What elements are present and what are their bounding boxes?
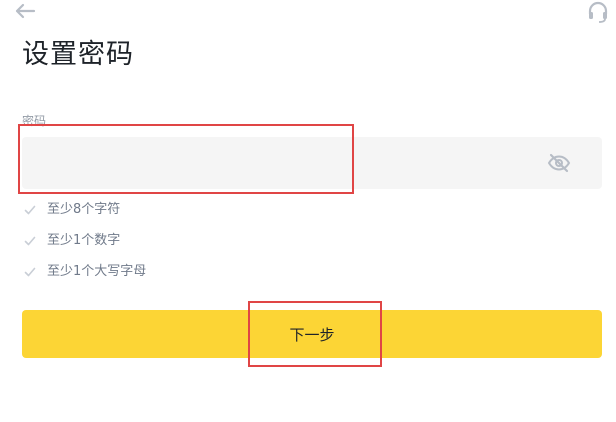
eye-slash-icon bbox=[547, 153, 571, 173]
password-input[interactable] bbox=[32, 137, 512, 189]
check-icon bbox=[24, 204, 36, 216]
password-field[interactable] bbox=[22, 137, 602, 189]
password-label: 密码 bbox=[22, 114, 47, 128]
toggle-visibility-button[interactable] bbox=[546, 151, 572, 175]
requirement-label: 至少1个数字 bbox=[47, 233, 121, 248]
arrow-left-icon bbox=[15, 3, 36, 19]
check-icon bbox=[24, 235, 36, 247]
check-icon bbox=[24, 266, 36, 278]
headset-icon bbox=[588, 1, 608, 23]
requirement-item: 至少1个数字 bbox=[24, 232, 120, 250]
requirement-label: 至少1个大写字母 bbox=[47, 264, 147, 279]
back-button[interactable] bbox=[10, 0, 40, 22]
requirement-item: 至少8个字符 bbox=[24, 201, 120, 219]
requirement-item: 至少1个大写字母 bbox=[24, 263, 146, 281]
requirement-label: 至少8个字符 bbox=[47, 202, 121, 217]
support-button[interactable] bbox=[584, 0, 612, 24]
page-title: 设置密码 bbox=[22, 39, 134, 70]
next-button[interactable]: 下一步 bbox=[22, 310, 602, 358]
